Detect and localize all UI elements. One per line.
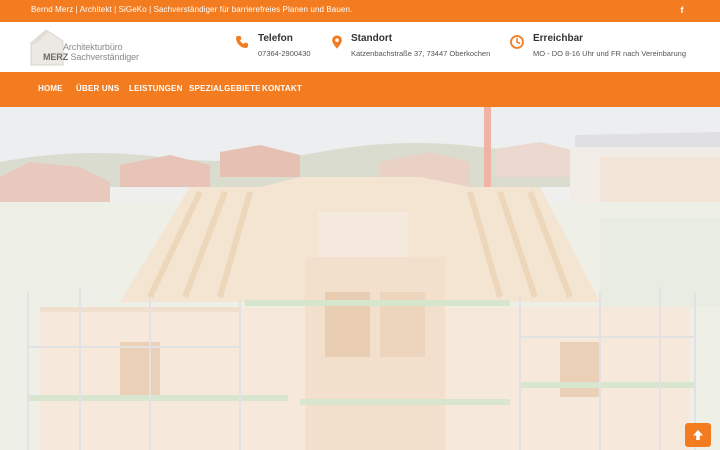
location-title: Standort — [351, 33, 393, 44]
logo[interactable]: Architekturbüro MERZ Sachverständiger — [29, 29, 139, 66]
logo-line1: Architekturbüro — [63, 42, 123, 52]
phone-value[interactable]: 07364-2900430 — [258, 49, 311, 58]
scroll-to-top-button[interactable] — [685, 423, 711, 447]
phone-title: Telefon — [258, 33, 293, 44]
header: Architekturbüro MERZ Sachverständiger Te… — [0, 22, 720, 72]
hours-title: Erreichbar — [533, 33, 584, 44]
construction-photo — [0, 107, 720, 450]
nav-item-spezialgebiete[interactable]: SPEZIALGEBIETE — [189, 84, 261, 93]
arrow-up-icon — [693, 430, 703, 440]
logo-subtitle: Sachverständiger — [70, 52, 140, 62]
logo-brand: MERZ — [43, 52, 69, 62]
nav-item-leistungen[interactable]: LEISTUNGEN — [129, 84, 183, 93]
hours-value: MO - DO 8-16 Uhr und FR nach Vereinbarun… — [533, 49, 686, 58]
logo-line2: MERZ Sachverständiger — [43, 52, 139, 62]
phone-icon — [236, 36, 248, 48]
nav-item-kontakt[interactable]: KONTAKT — [262, 84, 302, 93]
map-pin-icon — [332, 35, 342, 49]
tagline: Bernd Merz | Architekt | SiGeKo | Sachve… — [31, 5, 353, 14]
top-bar: Bernd Merz | Architekt | SiGeKo | Sachve… — [0, 0, 720, 22]
facebook-icon[interactable]: f — [677, 3, 687, 17]
nav-item-ueber-uns[interactable]: ÜBER UNS — [76, 84, 119, 93]
nav-item-home[interactable]: HOME — [38, 84, 63, 93]
location-value: Katzenbachstraße 37, 73447 Oberkochen — [351, 49, 491, 58]
main-nav: HOME ÜBER UNS LEISTUNGEN SPEZIALGEBIETE … — [0, 72, 720, 107]
hero-image — [0, 107, 720, 450]
clock-icon — [510, 35, 524, 49]
